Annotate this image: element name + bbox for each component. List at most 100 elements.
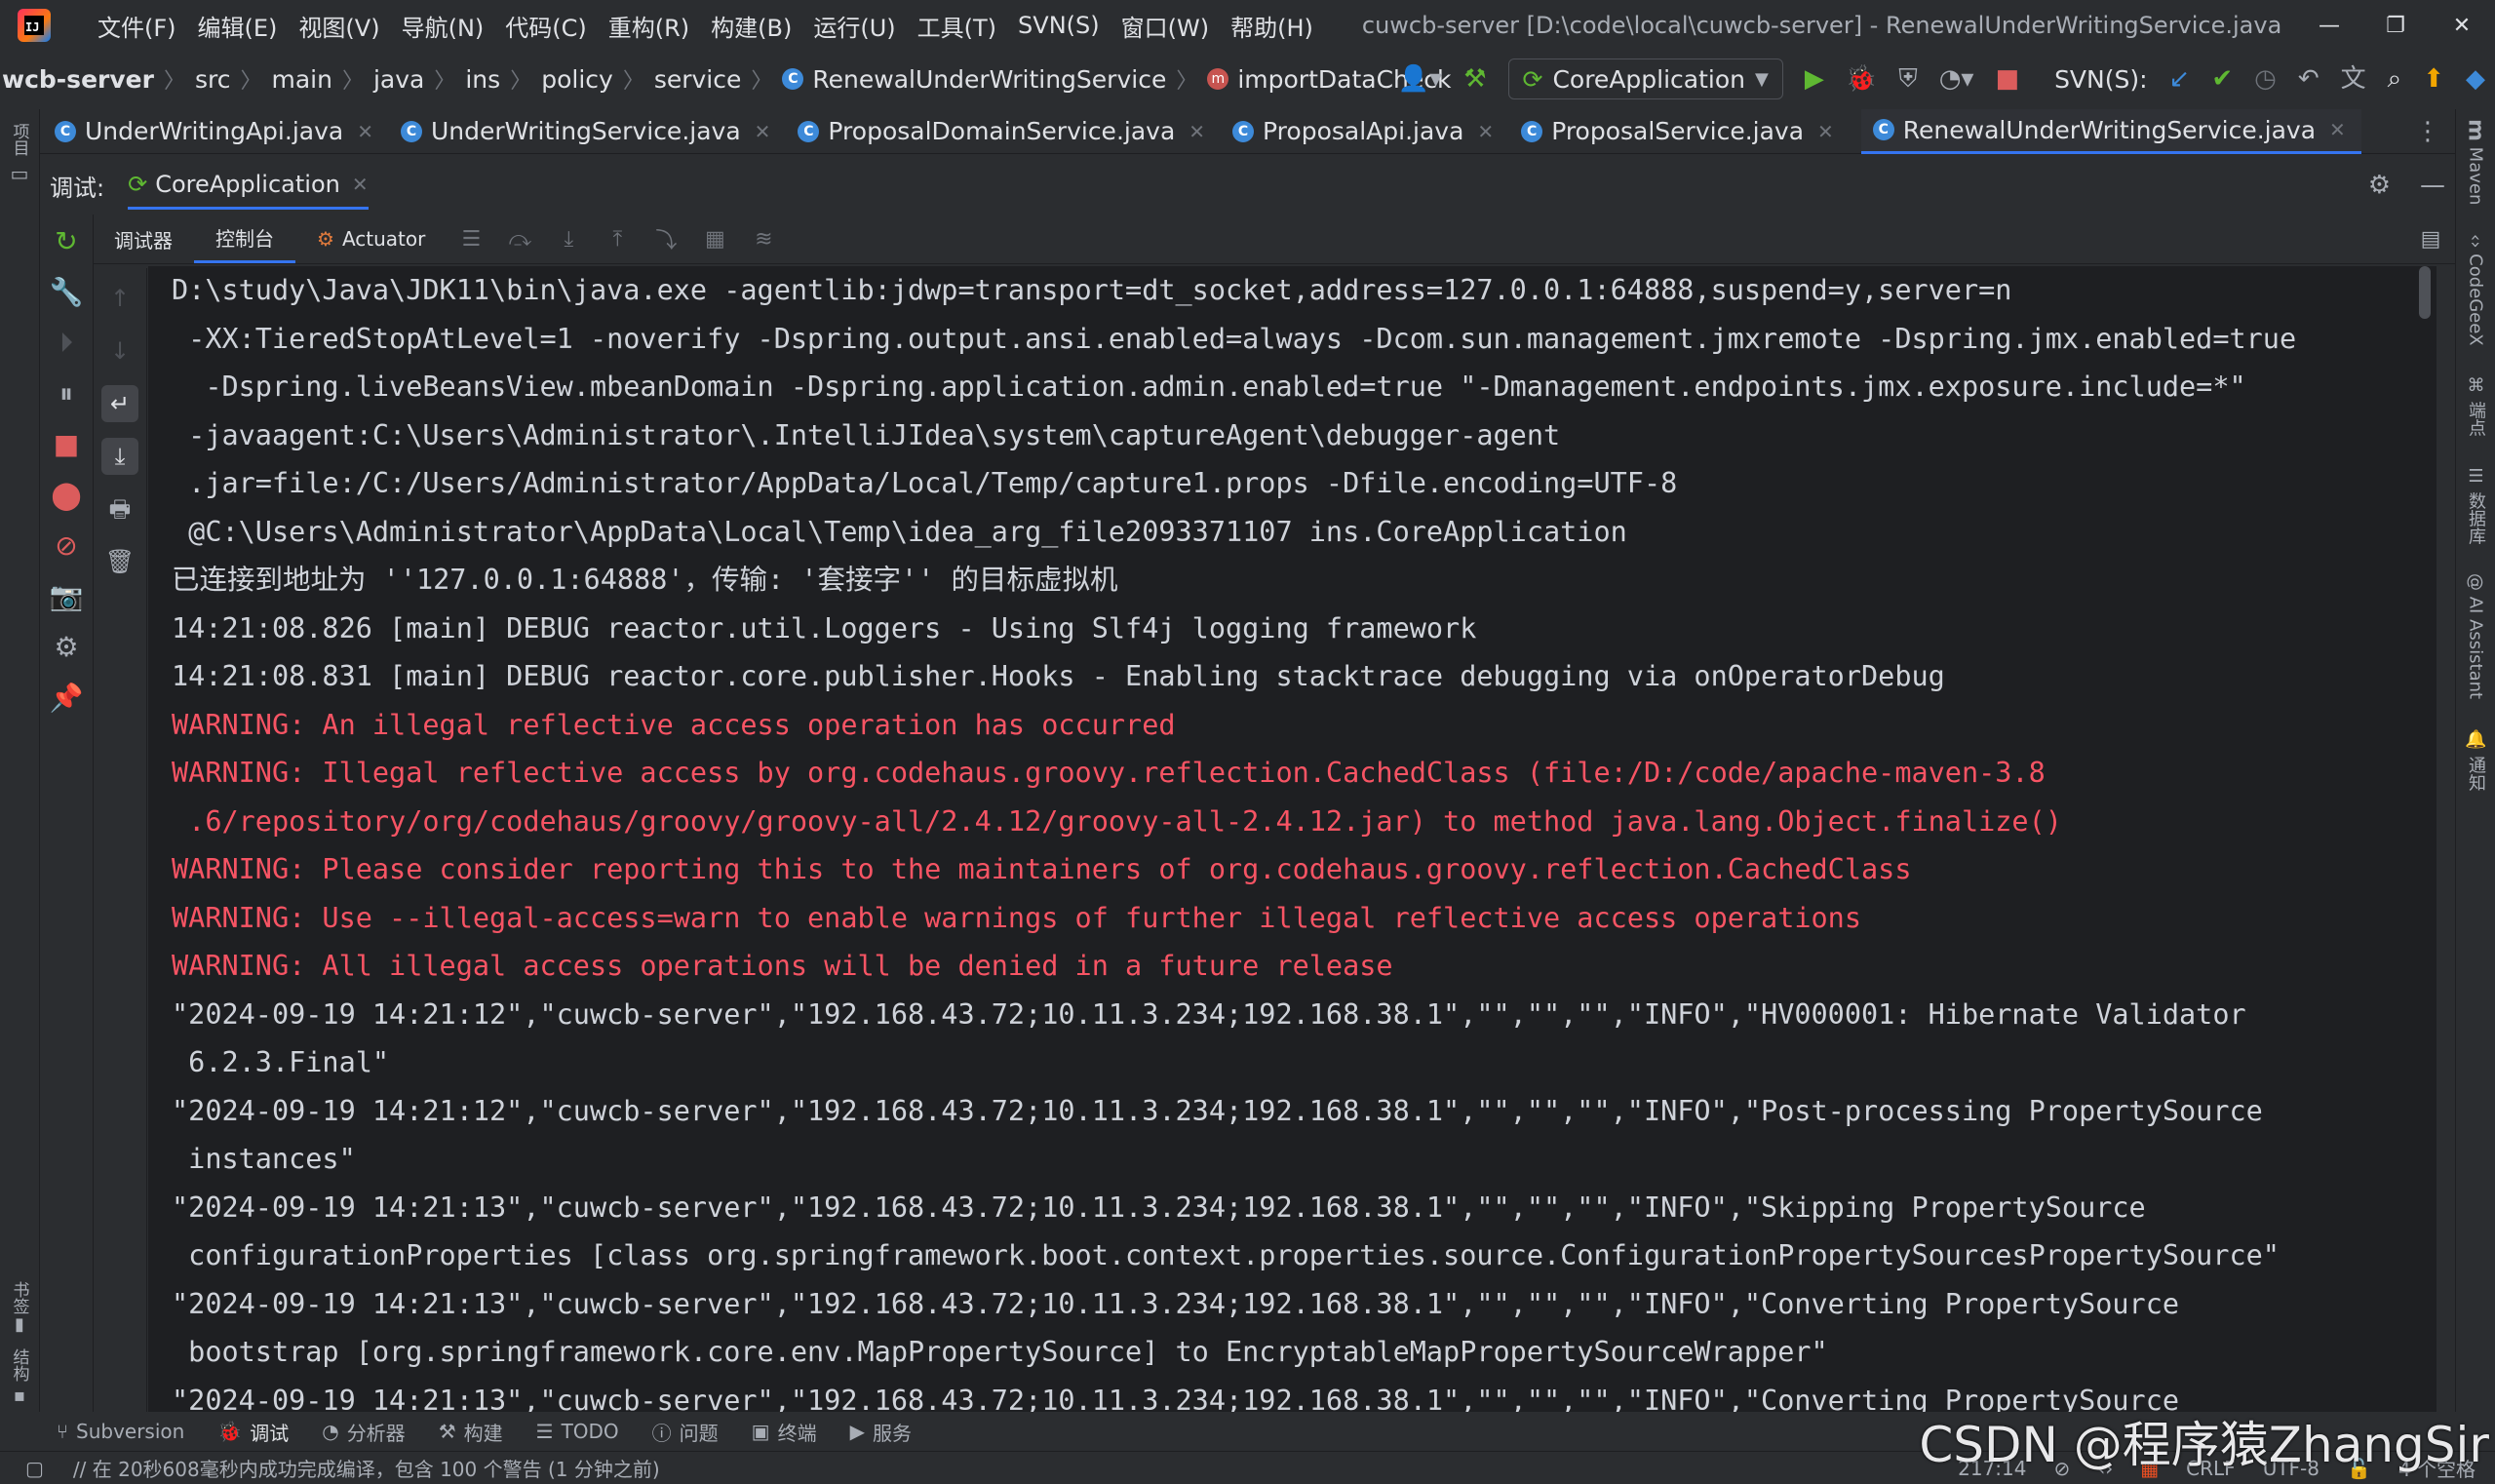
breadcrumb-service[interactable]: service xyxy=(654,65,742,94)
menu-build[interactable]: 构建(B) xyxy=(711,9,792,43)
profile-icon[interactable]: ◔▾ xyxy=(1939,66,1974,92)
scroll-to-end-icon[interactable]: ⤓ xyxy=(101,438,138,475)
menu-svn[interactable]: SVN(S) xyxy=(1018,12,1100,39)
clear-all-icon[interactable]: 🗑 xyxy=(101,543,138,580)
close-icon[interactable]: ✕ xyxy=(2429,0,2495,51)
tab-proposal-domain-service[interactable]: C ProposalDomainService.java ✕ xyxy=(798,109,1221,154)
intellij-logo-icon[interactable]: IJ xyxy=(18,9,51,42)
scroll-down-icon[interactable]: ↓ xyxy=(101,332,138,370)
view-breakpoints-icon[interactable]: ⬤ xyxy=(51,480,82,511)
tool-terminal[interactable]: ▣ 终端 xyxy=(752,1418,817,1446)
run-configuration-select[interactable]: ⟳ CoreApplication ▼ xyxy=(1507,59,1783,99)
menu-navigate[interactable]: 导航(N) xyxy=(402,9,485,43)
translate-icon[interactable]: 文 xyxy=(2341,66,2366,92)
menu-edit[interactable]: 编辑(E) xyxy=(198,9,278,43)
trace-icon[interactable]: ≋ xyxy=(751,226,776,252)
menu-file[interactable]: 文件(F) xyxy=(97,9,176,43)
history-icon[interactable]: ◷ xyxy=(2254,66,2277,92)
minimize-icon[interactable]: — xyxy=(2296,0,2362,51)
breadcrumb-class[interactable]: C RenewalUnderWritingService xyxy=(782,65,1166,94)
hammer-icon[interactable]: ⚒ xyxy=(1463,66,1486,92)
print-icon[interactable]: 🖶 xyxy=(101,490,138,527)
toggle-tool-windows-icon[interactable]: ▢ xyxy=(25,1457,44,1480)
folder-icon[interactable]: ▭ xyxy=(11,162,29,185)
database-tool-label[interactable]: ☰ 数据库 xyxy=(2463,466,2488,545)
close-tab-icon[interactable]: ✕ xyxy=(1189,120,1205,143)
settings-icon[interactable]: ⚙ xyxy=(51,632,82,663)
pin-icon[interactable]: 📌 xyxy=(50,683,84,714)
menu-window[interactable]: 窗口(W) xyxy=(1121,9,1209,43)
endpoints-tool-label[interactable]: ⌘ 端点 xyxy=(2463,375,2488,437)
stop-icon[interactable]: ■ xyxy=(51,429,82,460)
tab-renewal-underwriting-service[interactable]: C RenewalUnderWritingService.java ✕ xyxy=(1860,108,2361,154)
close-tab-icon[interactable]: ✕ xyxy=(1477,120,1494,143)
update-icon[interactable]: ⬆ xyxy=(2423,66,2444,92)
tab-proposal-api[interactable]: C ProposalApi.java ✕ xyxy=(1232,109,1509,154)
tool-problems[interactable]: ⓘ 问题 xyxy=(652,1418,719,1446)
project-tool-label[interactable]: 项目 xyxy=(8,123,32,156)
menu-view[interactable]: 视图(V) xyxy=(298,9,379,43)
menu-run[interactable]: 运行(U) xyxy=(813,9,895,43)
rerun-icon[interactable]: ↻ xyxy=(51,226,82,257)
tool-subversion[interactable]: ⑂ Subversion xyxy=(57,1420,184,1443)
close-tab-icon[interactable]: ✕ xyxy=(1817,120,1834,143)
menu-tools[interactable]: 工具(T) xyxy=(917,9,996,43)
layout-icon[interactable]: ☰ xyxy=(458,226,484,252)
breadcrumb-java[interactable]: java xyxy=(373,65,424,94)
camera-icon[interactable]: 📷 xyxy=(50,581,84,612)
soft-wrap-icon[interactable]: ↵ xyxy=(101,385,138,422)
tool-services[interactable]: ▶ 服务 xyxy=(850,1418,912,1446)
bookmarks-tool-label[interactable]: 书签 xyxy=(8,1281,32,1314)
pause-icon[interactable]: ⏸ xyxy=(51,378,82,410)
menu-refactor[interactable]: 重构(R) xyxy=(608,9,689,43)
step-over-icon[interactable]: ⤼ xyxy=(507,226,532,252)
coverage-icon[interactable]: ⛨ xyxy=(1898,66,1918,92)
close-session-icon[interactable]: ✕ xyxy=(352,173,369,196)
more-tabs-icon[interactable]: ⋮ xyxy=(2415,109,2440,154)
evaluate-icon[interactable]: ▦ xyxy=(702,226,727,252)
debug-icon[interactable]: 🐞 xyxy=(1846,66,1877,92)
plugin-icon[interactable]: ◆ xyxy=(2466,66,2485,92)
run-to-cursor-icon[interactable]: ⤵ xyxy=(653,226,679,254)
tab-console[interactable]: 控制台 xyxy=(194,215,295,263)
close-tab-icon[interactable]: ✕ xyxy=(357,120,373,143)
status-message[interactable]: // 在 20秒608毫秒内成功完成编译，包含 100 个警告 (1 分钟之前) xyxy=(73,1454,660,1482)
maven-tool-label[interactable]: m Maven xyxy=(2464,119,2488,205)
tab-proposal-service[interactable]: C ProposalService.java ✕ xyxy=(1521,109,1850,154)
breadcrumb-src[interactable]: src xyxy=(195,65,231,94)
structure-icon[interactable]: ▪ xyxy=(14,1386,25,1406)
console-output[interactable]: D:\study\Java\JDK11\bin\java.exe -agentl… xyxy=(148,266,2437,1412)
breadcrumb-main[interactable]: main xyxy=(271,65,331,94)
tab-underwriting-service[interactable]: C UnderWritingService.java ✕ xyxy=(400,109,786,154)
ai-assistant-tool-label[interactable]: @ AI Assistant xyxy=(2466,573,2486,699)
bookmark-icon[interactable]: ▮ xyxy=(15,1314,24,1335)
tool-build[interactable]: ⚒ 构建 xyxy=(439,1418,503,1446)
menu-help[interactable]: 帮助(H) xyxy=(1230,9,1313,43)
breadcrumb-policy[interactable]: policy xyxy=(541,65,613,94)
tab-actuator[interactable]: ⚙ Actuator xyxy=(295,215,447,263)
run-icon[interactable]: ▶ xyxy=(1805,66,1824,92)
debug-session-tab[interactable]: ⟳ CoreApplication ✕ xyxy=(128,161,369,210)
menu-code[interactable]: 代码(C) xyxy=(505,9,586,43)
scroll-up-icon[interactable]: ↑ xyxy=(101,280,138,317)
console-scrollbar[interactable] xyxy=(2419,266,2431,319)
wrench-icon[interactable]: 🔧 xyxy=(50,277,84,308)
restore-layout-icon[interactable]: ▤ xyxy=(2418,226,2443,252)
search-icon[interactable]: ⌕ xyxy=(2388,66,2402,92)
tool-debug[interactable]: 🐞 调试 xyxy=(217,1418,289,1446)
notifications-tool-label[interactable]: 🔔 通知 xyxy=(2463,729,2488,792)
stop-icon[interactable]: ■ xyxy=(1995,66,2019,92)
step-out-icon[interactable]: ⤒ xyxy=(604,226,630,252)
close-tab-icon[interactable]: ✕ xyxy=(2329,118,2346,141)
user-icon[interactable]: 👤▾ xyxy=(1398,66,1442,92)
gear-icon[interactable]: ⚙ xyxy=(2368,171,2391,200)
tab-underwriting-api[interactable]: C UnderWritingApi.java ✕ xyxy=(55,109,389,154)
close-tab-icon[interactable]: ✕ xyxy=(755,120,771,143)
breadcrumb-ins[interactable]: ins xyxy=(465,65,500,94)
svn-commit-icon[interactable]: ✔ xyxy=(2211,66,2233,92)
tool-profiler[interactable]: ◔ 分析器 xyxy=(322,1418,405,1446)
mute-breakpoints-icon[interactable]: ⊘ xyxy=(51,530,82,562)
breadcrumb-project[interactable]: wcb-server xyxy=(2,65,154,94)
step-into-icon[interactable]: ⤓ xyxy=(556,226,581,252)
revert-icon[interactable]: ↶ xyxy=(2298,66,2320,92)
